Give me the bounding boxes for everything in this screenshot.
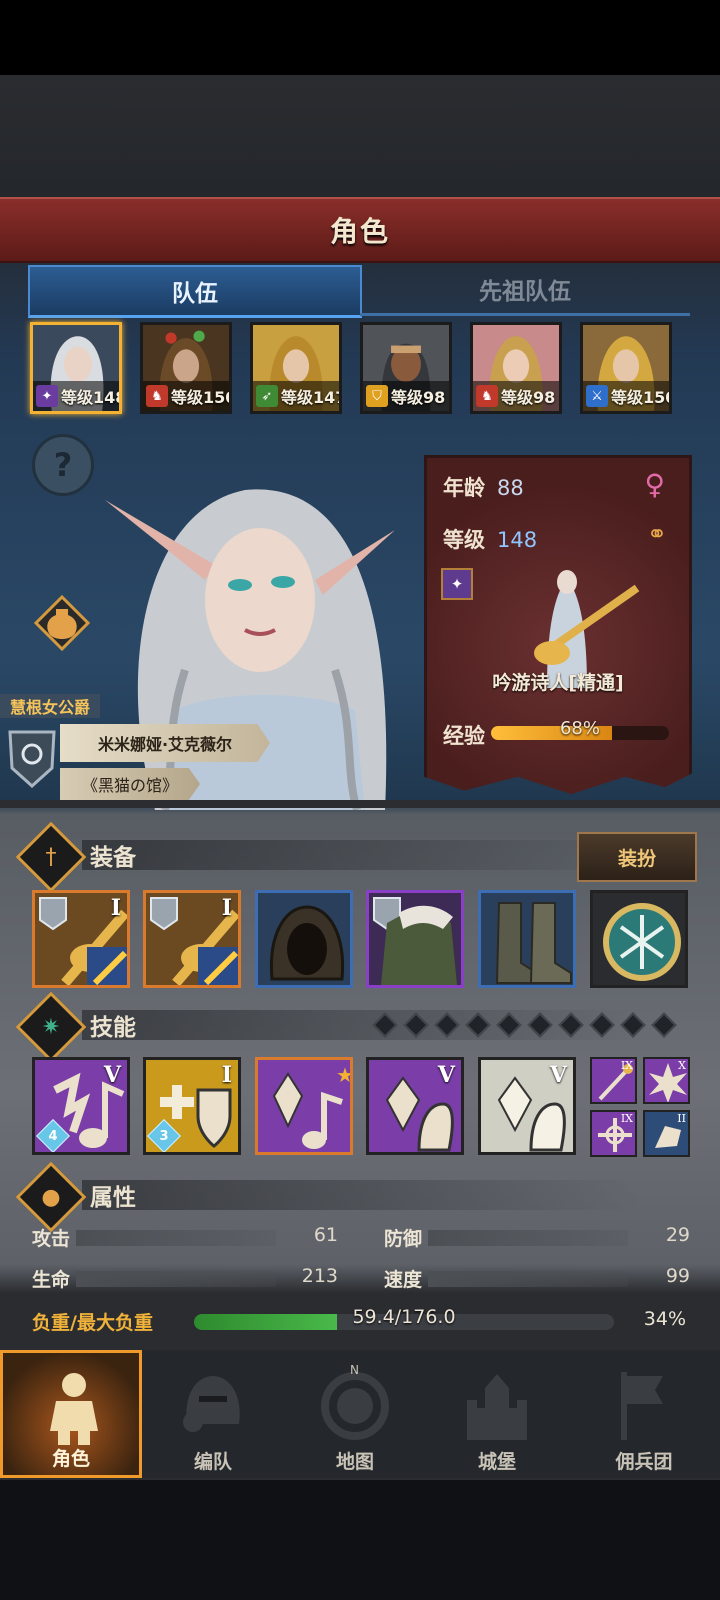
member-level: 等级147 [281, 388, 342, 407]
title-banner: 角色 [0, 197, 720, 263]
skill-rune: V [549, 1062, 567, 1088]
tab-ancestor-party[interactable]: 先祖队伍 [360, 265, 690, 316]
dress-up-button[interactable]: 装扮 [577, 832, 697, 882]
equip-rune: I [221, 895, 232, 921]
potion-icon[interactable] [34, 595, 90, 651]
hero-guild: 《黑猫の馆》 [60, 768, 200, 800]
mini-skill-1[interactable]: IX [590, 1057, 637, 1104]
sword-icon: ⚔ [586, 385, 608, 407]
member-level: 等级148 [61, 388, 122, 407]
party-member-4[interactable]: ⛉ 等级98 [360, 322, 452, 414]
tab-party[interactable]: 队伍 [28, 265, 362, 318]
skill-slot-4[interactable]: V [366, 1057, 464, 1155]
equipment-title: 装备 [90, 845, 136, 871]
mini-skill-4[interactable]: II [643, 1110, 690, 1157]
question-icon: ? [53, 446, 73, 484]
stat-speed: 速度 99 [384, 1265, 690, 1291]
coat-icon [373, 897, 457, 985]
nav-castle[interactable]: 城堡 [426, 1350, 570, 1478]
member-level: 等级150 [611, 388, 672, 407]
shield-icon: ⛉ [366, 385, 388, 407]
member-level: 等级150 [171, 388, 232, 407]
help-button[interactable]: ? [32, 434, 94, 496]
party-member-2[interactable]: ♞ 等级150 [140, 322, 232, 414]
equip-slot-weapon-1[interactable]: I [32, 890, 130, 988]
party-member-1[interactable]: ✦ 等级148 [30, 322, 122, 414]
age-value: 88 [497, 476, 524, 500]
hero-title: 慧根女公爵 [0, 694, 101, 718]
female-icon: ♀ [644, 468, 665, 501]
party-row: ✦ 等级148 ♞ 等级150 ➶ 等级147 ⛉ 等级98 ♞ 等级98 ⚔ 等级150 [30, 322, 692, 414]
skill-slot-1[interactable]: V 4 [32, 1057, 130, 1155]
skill-slot-3[interactable]: ★ [255, 1057, 353, 1155]
nav-character[interactable]: 角色 [0, 1350, 142, 1478]
star-burst-icon: ✷ [15, 991, 87, 1063]
hero-name: 米米娜娅·艾克薇尔 [60, 724, 270, 762]
helmet-icon [183, 1376, 240, 1432]
faction-shield-icon [8, 730, 56, 788]
stat-attack: 攻击 61 [32, 1224, 338, 1250]
skills-title: 技能 [90, 1015, 136, 1041]
party-member-6[interactable]: ⚔ 等级150 [580, 322, 672, 414]
age-row: 年龄 88 [443, 472, 524, 502]
level-label: 等级 [443, 528, 485, 552]
equip-slot-feet[interactable] [478, 890, 576, 988]
nav-map[interactable]: N 地图 [284, 1350, 428, 1478]
status-bar-area [0, 0, 720, 75]
svg-text:N: N [350, 1364, 359, 1377]
skill-rune: I [221, 1062, 232, 1088]
svg-text:★: ★ [336, 1063, 353, 1087]
class-name: 吟游诗人[精通] [492, 672, 624, 694]
party-member-3[interactable]: ➶ 等级147 [250, 322, 342, 414]
level-value: 148 [497, 528, 538, 552]
stat-health: 生命 213 [32, 1265, 338, 1291]
dagger-icon: † [15, 821, 87, 893]
exp-label: 经验 [443, 724, 485, 748]
beast-icon: ♞ [146, 385, 168, 407]
stat-defense: 防御 29 [384, 1224, 690, 1250]
attributes-header: ● 属性 [15, 1161, 702, 1233]
party-member-5[interactable]: ♞ 等级98 [470, 322, 562, 414]
load-value: 59.4/176.0 [352, 1306, 456, 1328]
section-divider [0, 800, 720, 808]
beast-icon: ♞ [476, 385, 498, 407]
staff-icon: ✦ [36, 385, 58, 407]
level-row: 等级 148 [443, 524, 537, 554]
exp-percent: 68% [559, 718, 600, 739]
bow-icon: ➶ [256, 385, 278, 407]
skill-slot-5[interactable]: V [478, 1057, 576, 1155]
load-label: 负重/最大负重 [32, 1312, 153, 1334]
skill-rune: V [437, 1062, 455, 1088]
attributes-title: 属性 [90, 1185, 136, 1211]
castle-icon [467, 1374, 527, 1440]
mini-skill-2[interactable]: X [643, 1057, 690, 1104]
skill-rune: V [103, 1062, 121, 1088]
equip-rune: I [110, 895, 121, 921]
skill-slot-2[interactable]: I 3 [143, 1057, 241, 1155]
hood-icon [269, 905, 345, 981]
page-title: 角色 [329, 215, 390, 248]
bottom-bar-area [0, 1480, 720, 1600]
compass-icon: N [321, 1364, 389, 1440]
nav-formation[interactable]: 编队 [142, 1350, 286, 1478]
amulet-icon [603, 903, 681, 981]
crystal-note-icon: ★ [272, 1063, 353, 1149]
age-label: 年龄 [443, 476, 485, 500]
ring-icon[interactable]: ⚭ [647, 520, 667, 548]
knight-icon [50, 1373, 98, 1445]
equip-slot-weapon-2[interactable]: I [143, 890, 241, 988]
equip-slot-head[interactable] [255, 890, 353, 988]
banner-icon [621, 1372, 663, 1440]
boots-icon [495, 902, 572, 984]
info-panel: 年龄 88 ♀ 等级 148 ⚭ ✦ 吟游诗人[精通] 经验 68% [424, 455, 692, 795]
load-percent: 34% [643, 1308, 686, 1330]
nav-mercenary[interactable]: 佣兵团 [568, 1350, 720, 1478]
mini-skill-3[interactable]: IX [590, 1110, 637, 1157]
member-level: 等级98 [391, 388, 446, 407]
staff-icon: ✦ [441, 568, 473, 600]
person-icon: ● [15, 1161, 87, 1233]
equip-slot-body[interactable] [366, 890, 464, 988]
member-level: 等级98 [501, 388, 556, 407]
equip-slot-accessory[interactable] [590, 890, 688, 988]
